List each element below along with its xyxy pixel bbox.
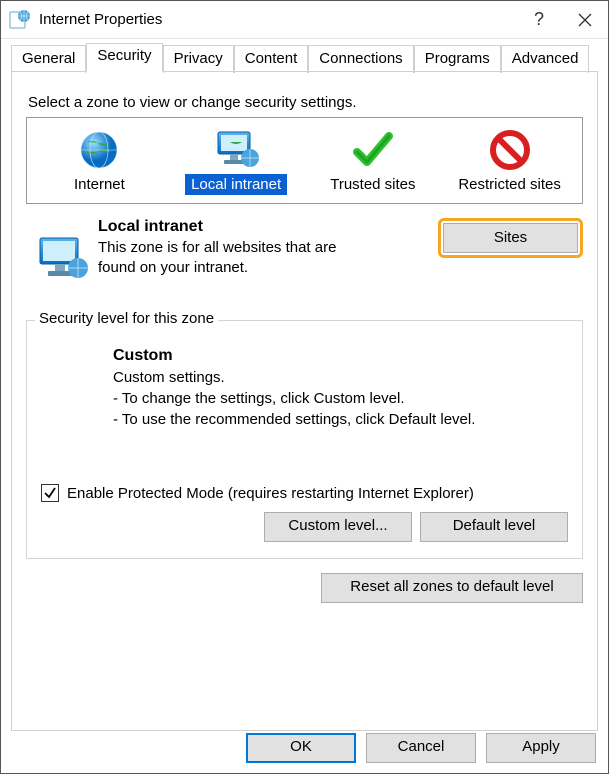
check-icon: [305, 126, 442, 174]
tab-strip: General Security Privacy Content Connect…: [7, 43, 602, 71]
apply-button[interactable]: Apply: [486, 733, 596, 763]
zone-restricted-label: Restricted sites: [452, 174, 567, 195]
custom-level-button[interactable]: Custom level...: [264, 512, 412, 542]
zone-local-intranet[interactable]: Local intranet: [168, 124, 305, 197]
custom-line2: - To change the settings, click Custom l…: [113, 388, 568, 409]
security-level-legend: Security level for this zone: [35, 310, 218, 327]
custom-line1: Custom settings.: [113, 367, 568, 388]
tab-general[interactable]: General: [11, 45, 86, 73]
help-button[interactable]: ?: [516, 1, 562, 39]
custom-line3: - To use the recommended settings, click…: [113, 409, 568, 430]
zone-detail-header: Local intranet: [98, 218, 424, 236]
forbidden-icon: [441, 126, 578, 174]
cancel-button[interactable]: Cancel: [366, 733, 476, 763]
protected-mode-checkbox[interactable]: [41, 484, 59, 502]
close-button[interactable]: [562, 1, 608, 39]
zone-detail-desc: This zone is for all websites that are f…: [98, 238, 378, 279]
tab-content[interactable]: Content: [234, 45, 309, 73]
tab-programs[interactable]: Programs: [414, 45, 501, 73]
zone-list: Internet: [26, 117, 583, 204]
zone-trusted-label: Trusted sites: [324, 174, 421, 195]
selected-zone-icon: [26, 218, 98, 284]
tab-privacy[interactable]: Privacy: [163, 45, 234, 73]
custom-title: Custom: [113, 345, 568, 367]
tab-security[interactable]: Security: [86, 43, 162, 72]
monitor-icon: [168, 126, 305, 174]
sites-button[interactable]: Sites: [443, 223, 578, 253]
zone-restricted-sites[interactable]: Restricted sites: [441, 124, 578, 197]
protected-mode-label: Enable Protected Mode (requires restarti…: [67, 485, 474, 502]
sites-highlight: Sites: [438, 218, 583, 258]
reset-zones-button[interactable]: Reset all zones to default level: [321, 573, 583, 603]
zone-instruction: Select a zone to view or change security…: [28, 94, 581, 111]
security-level-group: Security level for this zone Custom Cust…: [26, 320, 583, 559]
zone-local-intranet-label: Local intranet: [185, 174, 287, 195]
default-level-button[interactable]: Default level: [420, 512, 568, 542]
zone-internet[interactable]: Internet: [31, 124, 168, 197]
window-title: Internet Properties: [39, 11, 516, 28]
tab-advanced[interactable]: Advanced: [501, 45, 590, 73]
app-icon: [9, 9, 31, 31]
zone-internet-label: Internet: [68, 174, 131, 195]
ok-button[interactable]: OK: [246, 733, 356, 763]
zone-trusted-sites[interactable]: Trusted sites: [305, 124, 442, 197]
titlebar: Internet Properties ?: [1, 1, 608, 39]
dialog-footer: OK Cancel Apply: [246, 733, 596, 763]
tab-connections[interactable]: Connections: [308, 45, 413, 73]
security-panel: Select a zone to view or change security…: [11, 71, 598, 731]
globe-icon: [31, 126, 168, 174]
internet-properties-dialog: Internet Properties ? General Security P…: [0, 0, 609, 774]
